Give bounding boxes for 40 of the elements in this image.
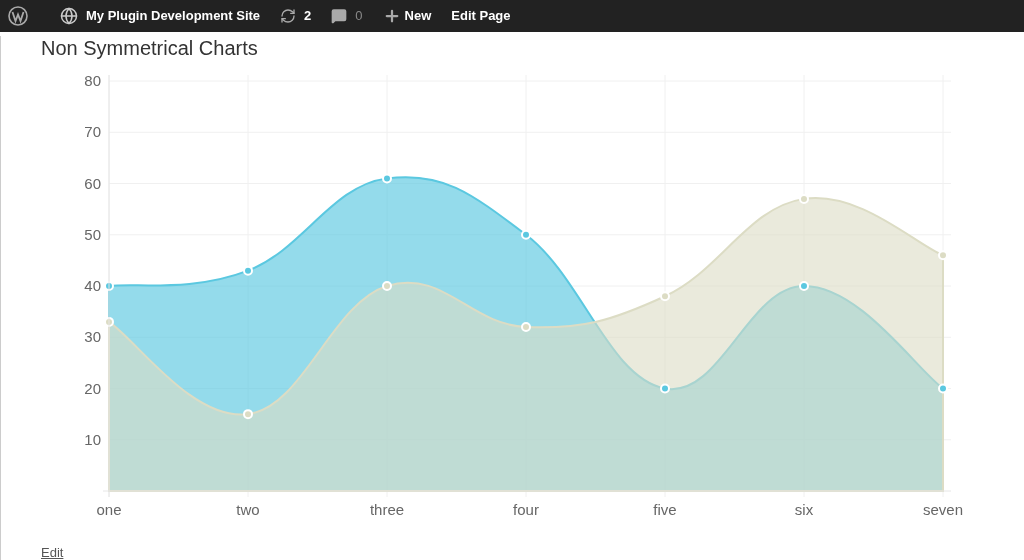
comments-link[interactable]: 0 [331,6,363,26]
data-point [660,291,670,302]
globe-icon [60,7,78,25]
y-axis-label: 80 [84,72,101,89]
edit-link[interactable]: Edit [41,545,64,560]
data-point [243,409,253,420]
data-point [104,316,114,327]
new-link[interactable]: New [382,6,432,26]
page-title: Non Symmetrical Charts [41,36,259,60]
data-point [799,193,809,204]
y-axis-label: 50 [84,225,101,243]
comment-icon [331,8,348,24]
wordpress-logo-icon[interactable] [8,6,28,26]
data-point [799,281,809,291]
data-point [243,265,253,276]
data-point [521,229,531,240]
edit-page-link[interactable]: Edit Page [451,6,511,26]
data-point [938,383,948,394]
x-axis-label: one [96,501,122,518]
x-axis-label: six [794,501,814,518]
y-axis-label: 10 [84,430,101,448]
x-axis-label: four [513,501,539,518]
data-point [938,250,948,261]
y-axis-label: 70 [84,123,101,141]
y-axis-label: 30 [84,328,101,346]
data-point [382,281,392,291]
data-point [521,322,531,332]
x-axis-label: three [369,501,405,518]
data-point [382,173,392,184]
updates-link[interactable]: 2 [280,6,312,26]
site-name-link[interactable]: My Plugin Development Site [60,6,261,26]
x-axis-label: seven [923,501,963,518]
y-axis-label: 60 [84,174,101,192]
x-axis-label: five [653,501,677,518]
y-axis-label: 20 [84,379,101,397]
x-axis-label: two [236,501,260,518]
data-point [104,281,114,291]
data-point [660,383,670,394]
y-axis-label: 40 [84,277,101,294]
refresh-icon [280,8,297,24]
